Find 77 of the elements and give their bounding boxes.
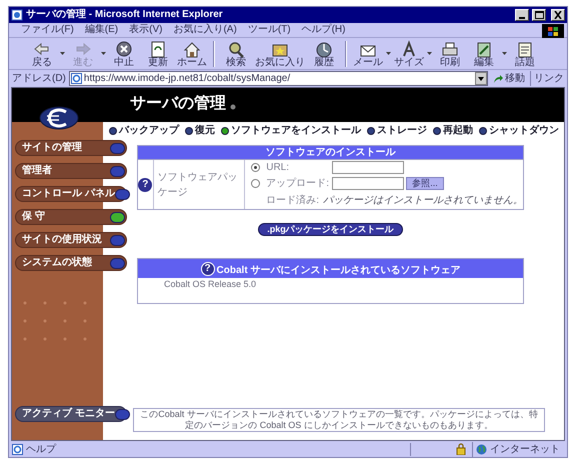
zone-text: インターネット xyxy=(490,442,560,456)
menu-item[interactable]: ツール(T) xyxy=(248,25,291,35)
nav-link[interactable]: シャットダウン xyxy=(479,126,559,136)
install-button[interactable]: .pkgパッケージをインストール xyxy=(258,223,403,236)
toolbar-button[interactable]: メール xyxy=(351,38,385,68)
page-title: サーバの管理 xyxy=(130,96,226,112)
nav-link[interactable]: バックアップ xyxy=(109,126,179,136)
menu-item[interactable]: ファイル(F) xyxy=(21,25,74,35)
nav-link[interactable]: ストレージ xyxy=(367,126,427,136)
bullet-icon xyxy=(230,104,236,110)
close-button[interactable] xyxy=(551,9,565,21)
toolbar-button[interactable]: サイズ xyxy=(392,38,426,68)
house-icon xyxy=(182,40,202,58)
nav-link[interactable]: 復元 xyxy=(185,126,215,136)
globe-icon xyxy=(476,444,487,454)
clock-icon xyxy=(314,40,334,58)
browse-button[interactable]: 参照... xyxy=(406,177,444,190)
help-icon[interactable]: ? xyxy=(138,178,152,192)
info-note: このCobalt サーバにインストールされているソフトウェアの一覧です。パッケージによっては、特定のバージョンの Cobalt OS にしかインストールできないものもあります。 xyxy=(133,408,545,432)
menu-item[interactable]: ヘルプ(H) xyxy=(302,25,346,35)
page-icon xyxy=(12,444,23,454)
windows-flag-icon xyxy=(548,26,558,36)
loaded-label: ロード済み: xyxy=(266,194,319,208)
toolbar-button[interactable]: 編集 xyxy=(467,38,501,68)
menu-item[interactable]: お気に入り(A) xyxy=(173,25,237,35)
loaded-value: パッケージはインストールされていません。 xyxy=(323,194,523,208)
toolbar-button[interactable]: 戻る xyxy=(25,38,59,68)
sidebar-item[interactable]: 保 守 xyxy=(15,209,127,225)
menu-item[interactable]: 編集(E) xyxy=(84,25,118,35)
toolbar-button[interactable]: ホーム xyxy=(175,38,209,68)
toolbar-button[interactable]: 更新 xyxy=(141,38,175,68)
padlock-icon xyxy=(456,443,466,455)
nav-link[interactable]: ソフトウェアをインストール xyxy=(221,126,361,136)
help-icon[interactable]: ? xyxy=(200,262,215,276)
toolbar-button[interactable]: お気に入り xyxy=(253,38,307,68)
sidebar-item[interactable]: 管理者 xyxy=(15,163,127,179)
links-button[interactable]: リンク xyxy=(530,71,564,86)
toolbar-button[interactable]: 話題 xyxy=(508,38,542,68)
panel-title: Cobalt サーバにインストールされているソフトウェア xyxy=(216,266,460,276)
field-label: ソフトウェアパッケージ xyxy=(158,170,239,200)
radio-button[interactable] xyxy=(251,163,260,172)
monitor-button[interactable]: アクティブ モニター xyxy=(15,406,127,422)
sidebar-item[interactable]: システムの状態 xyxy=(15,255,127,271)
go-button[interactable]: 移動 xyxy=(491,71,527,86)
address-field[interactable]: https://www.imode-jp.net81/cobalt/sysManage/ xyxy=(68,71,488,86)
stop-icon xyxy=(114,40,134,58)
menu-item[interactable]: 表示(V) xyxy=(129,25,162,35)
maximize-icon xyxy=(534,11,544,19)
toolbar-button[interactable]: 中止 xyxy=(107,38,141,68)
toolbar-button[interactable]: 履歴 xyxy=(307,38,341,68)
sidebar-item[interactable]: サイトの管理 xyxy=(15,140,127,156)
page-icon xyxy=(70,73,82,84)
dropdown-caret-icon xyxy=(478,76,484,80)
toolbar-button[interactable]: 検索 xyxy=(219,38,253,68)
dot-pattern-drawing xyxy=(22,300,88,342)
option-label: URL: xyxy=(266,161,290,175)
radio-button[interactable] xyxy=(251,179,260,188)
logo-icon xyxy=(39,106,79,130)
address-label: アドレス(D) xyxy=(12,72,66,86)
minimize-icon xyxy=(519,16,525,18)
sidebar-item[interactable]: コントロール パネル xyxy=(15,186,127,202)
page-icon xyxy=(11,9,23,21)
input-field[interactable] xyxy=(332,161,404,174)
toolbar-button[interactable]: 印刷 xyxy=(433,38,467,68)
minimize-button[interactable] xyxy=(515,9,529,21)
option-label: アップロード: xyxy=(266,176,330,191)
status-text: ヘルプ xyxy=(26,442,58,456)
maximize-button[interactable] xyxy=(532,9,546,21)
sidebar-item[interactable]: サイトの使用状況 xyxy=(15,232,127,248)
software-item: Cobalt OS Release 5.0 xyxy=(163,278,258,290)
panel-title: ソフトウェアのインストール xyxy=(138,146,523,159)
nav-link[interactable]: 再起動 xyxy=(433,126,473,136)
printer-icon xyxy=(440,40,460,58)
arrow-icon xyxy=(493,74,503,84)
input-field[interactable] xyxy=(332,177,404,190)
close-icon xyxy=(554,11,562,19)
window-title: サーバの管理 - Microsoft Internet Explorer xyxy=(26,10,224,20)
